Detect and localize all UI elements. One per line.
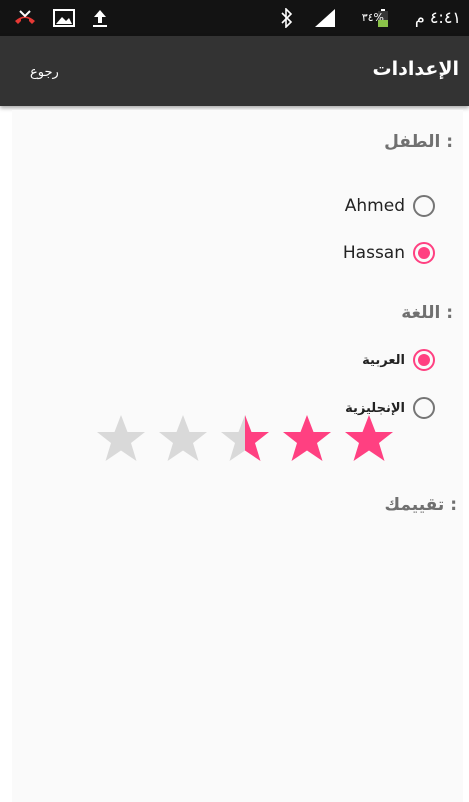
bluetooth-icon [278, 6, 296, 30]
star-icon[interactable] [157, 413, 209, 465]
star-icon[interactable] [95, 413, 147, 465]
radio-dot [418, 354, 430, 366]
rating-section-label: تقييمك : [384, 495, 457, 515]
star-icon[interactable] [281, 413, 333, 465]
language-option-label: العربية [362, 352, 405, 368]
status-bar: ٣٤% ٤:٤١ م [0, 0, 469, 36]
radio-checked[interactable] [413, 349, 435, 371]
child-option-label: Hassan [342, 243, 405, 263]
radio-unchecked[interactable] [413, 195, 435, 217]
missed-call-icon [12, 6, 38, 30]
radio-unchecked[interactable] [413, 397, 435, 419]
battery-icon [376, 6, 390, 30]
rating-bar[interactable] [95, 413, 405, 468]
language-option-arabic[interactable]: العربية [362, 349, 435, 371]
star-icon[interactable] [219, 413, 271, 465]
back-button[interactable]: رجوع [30, 65, 59, 80]
upload-icon [90, 6, 110, 30]
image-icon [52, 6, 76, 30]
child-section-label: الطفل : [384, 132, 453, 152]
signal-icon [312, 6, 338, 30]
page-title: الإعدادات [372, 58, 459, 80]
language-section-label: اللغة : [401, 303, 453, 323]
child-option-hassan[interactable]: Hassan [343, 242, 435, 264]
status-time: ٤:٤١ م [414, 8, 461, 27]
app-toolbar: رجوع الإعدادات [0, 36, 469, 106]
radio-dot [418, 247, 430, 259]
child-option-ahmed[interactable]: Ahmed [345, 195, 435, 217]
radio-checked[interactable] [413, 242, 435, 264]
child-option-label: Ahmed [344, 196, 405, 216]
star-icon[interactable] [343, 413, 395, 465]
